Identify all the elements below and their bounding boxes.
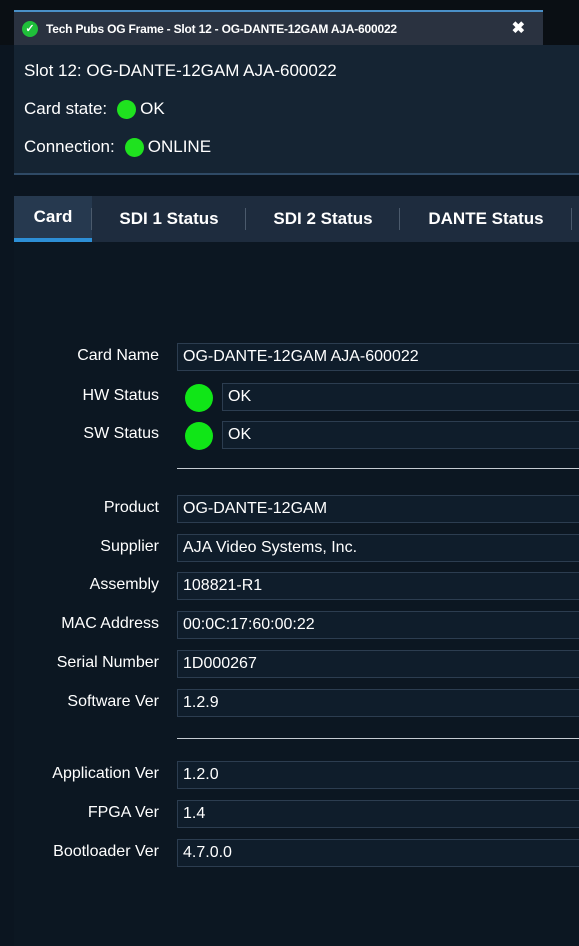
card-name-field[interactable]: OG-DANTE-12GAM AJA-600022 <box>177 343 579 371</box>
hw-status-label: HW Status <box>82 387 159 404</box>
bootloader-ver-field: 4.7.0.0 <box>177 839 579 867</box>
section-divider <box>177 738 579 739</box>
bootloader-ver-row: Bootloader Ver 4.7.0.0 <box>14 839 579 869</box>
connection-value: ONLINE <box>147 137 212 156</box>
application-ver-row: Application Ver 1.2.0 <box>14 761 579 791</box>
tab-card-label: Card <box>33 207 73 226</box>
product-row: Product OG-DANTE-12GAM <box>14 495 579 525</box>
serial-number-label: Serial Number <box>56 654 159 671</box>
window-tab[interactable]: ✓ Tech Pubs OG Frame - Slot 12 - OG-DANT… <box>14 10 543 45</box>
slot-title: Slot 12: OG-DANTE-12GAM AJA-600022 <box>24 61 337 80</box>
assembly-label: Assembly <box>89 576 159 593</box>
product-field: OG-DANTE-12GAM <box>177 495 579 523</box>
check-circle-icon: ✓ <box>22 20 38 37</box>
tab-card[interactable]: Card <box>14 196 92 242</box>
tab-sdi-1-status[interactable]: SDI 1 Status <box>92 196 246 242</box>
software-ver-field: 1.2.9 <box>177 689 579 717</box>
window-titlebar: ✓ Tech Pubs OG Frame - Slot 12 - OG-DANT… <box>0 0 579 45</box>
window-tab-title: Tech Pubs OG Frame - Slot 12 - OG-DANTE-… <box>46 21 397 36</box>
tab-bar: Card SDI 1 Status SDI 2 Status DANTE Sta… <box>14 196 579 242</box>
mac-address-row: MAC Address 00:0C:17:60:00:22 <box>14 611 579 641</box>
card-state-row: Card state: OK <box>24 99 165 119</box>
application-ver-field: 1.2.0 <box>177 761 579 789</box>
connection-label: Connection: <box>24 137 115 156</box>
software-ver-label: Software Ver <box>67 693 159 710</box>
hw-status-row: HW Status OK <box>14 383 579 413</box>
card-name-label: Card Name <box>77 347 159 364</box>
tab-dante-status[interactable]: DANTE Status <box>400 196 572 242</box>
card-header-panel: Slot 12: OG-DANTE-12GAM AJA-600022 Card … <box>14 45 579 175</box>
close-icon[interactable]: ✖ <box>512 18 525 38</box>
tab-sdi-2-status[interactable]: SDI 2 Status <box>246 196 400 242</box>
card-name-row: Card Name OG-DANTE-12GAM AJA-600022 <box>14 343 579 373</box>
product-label: Product <box>103 499 159 516</box>
sw-status-field: OK <box>222 421 579 449</box>
fpga-ver-field: 1.4 <box>177 800 579 828</box>
card-state-led-icon <box>117 99 137 119</box>
assembly-row: Assembly 108821-R1 <box>14 572 579 602</box>
supplier-row: Supplier AJA Video Systems, Inc. <box>14 534 579 564</box>
tab-sdi-1-status-label: SDI 1 Status <box>119 209 219 228</box>
tab-sdi-2-status-label: SDI 2 Status <box>273 209 373 228</box>
assembly-field: 108821-R1 <box>177 572 579 600</box>
connection-row: Connection: ONLINE <box>24 137 211 157</box>
card-panel: Card Name OG-DANTE-12GAM AJA-600022 HW S… <box>14 242 579 946</box>
supplier-label: Supplier <box>100 538 159 555</box>
serial-number-field: 1D000267 <box>177 650 579 678</box>
sw-status-led-icon <box>185 422 213 450</box>
hw-status-led-icon <box>185 384 213 412</box>
supplier-field: AJA Video Systems, Inc. <box>177 534 579 562</box>
section-divider <box>177 468 579 469</box>
card-state-label: Card state: <box>24 99 108 118</box>
sw-status-label: SW Status <box>83 425 159 442</box>
hw-status-field: OK <box>222 383 579 411</box>
fpga-ver-row: FPGA Ver 1.4 <box>14 800 579 830</box>
mac-address-field: 00:0C:17:60:00:22 <box>177 611 579 639</box>
serial-number-row: Serial Number 1D000267 <box>14 650 579 680</box>
connection-led-icon <box>124 137 144 157</box>
software-ver-row: Software Ver 1.2.9 <box>14 689 579 719</box>
application-ver-label: Application Ver <box>52 765 159 782</box>
card-state-value: OK <box>140 99 165 118</box>
sw-status-row: SW Status OK <box>14 421 579 451</box>
bootloader-ver-label: Bootloader Ver <box>53 843 159 860</box>
tab-dante-status-label: DANTE Status <box>428 209 544 228</box>
fpga-ver-label: FPGA Ver <box>87 804 159 821</box>
mac-address-label: MAC Address <box>61 615 159 632</box>
